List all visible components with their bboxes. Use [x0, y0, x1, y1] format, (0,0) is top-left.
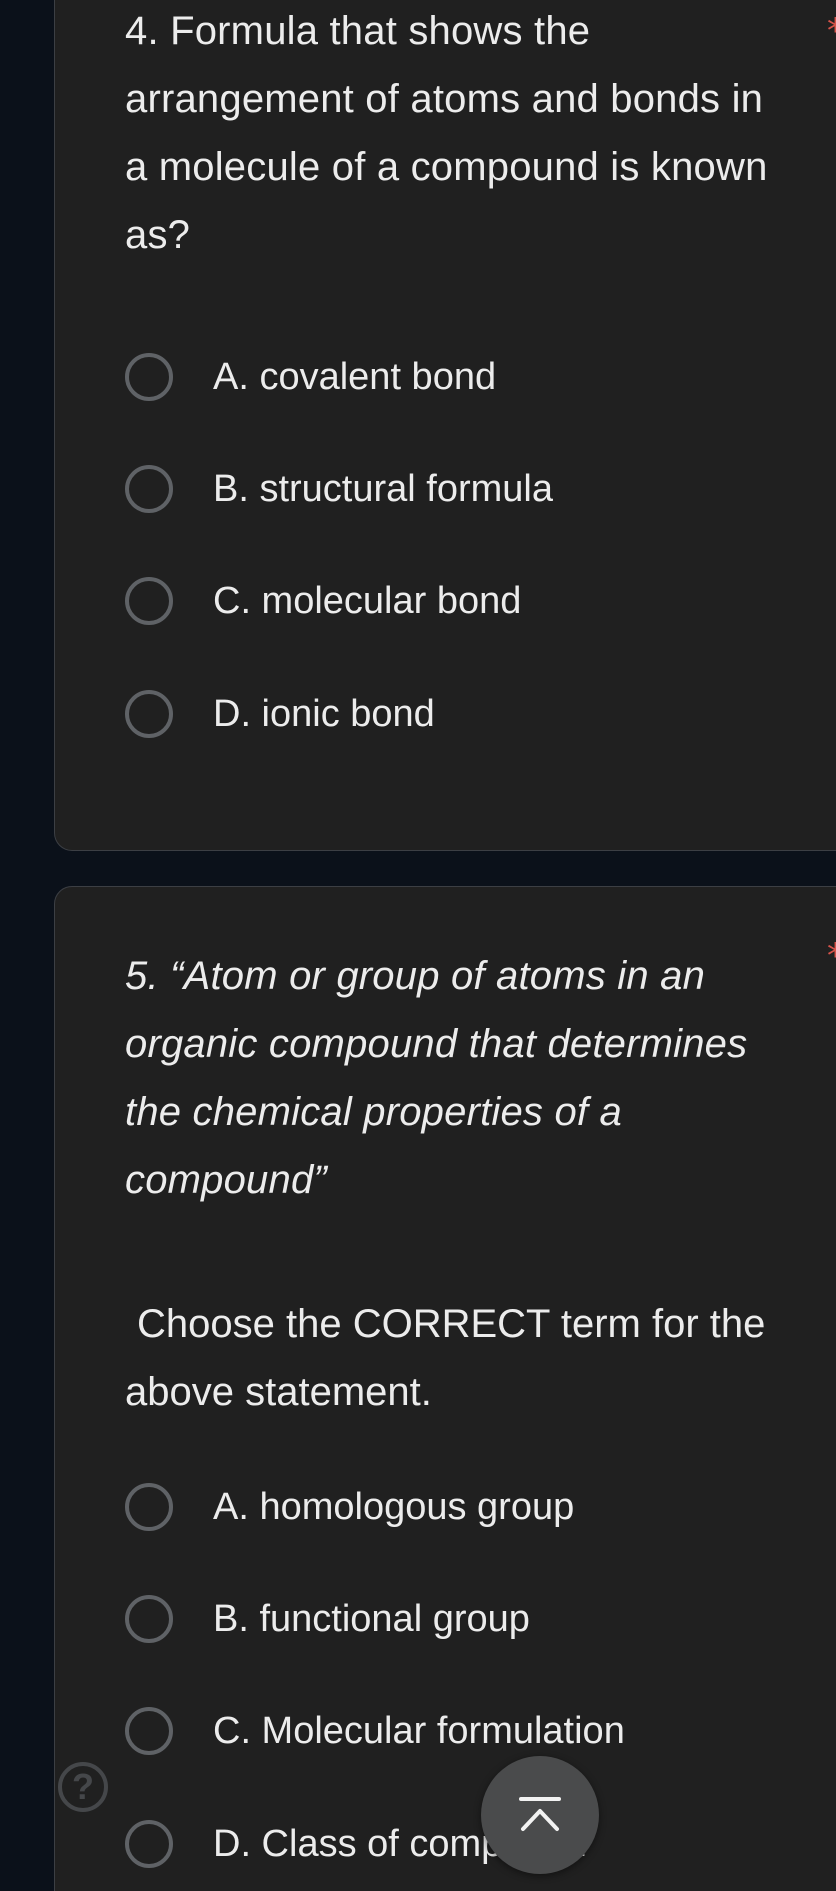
required-asterisk: *: [827, 14, 836, 48]
radio-button[interactable]: [125, 1820, 173, 1868]
question-title: 5. “Atom or group of atoms in an organic…: [125, 954, 748, 1202]
radio-button[interactable]: [125, 1595, 173, 1643]
radio-button[interactable]: [125, 1707, 173, 1755]
question-card-5: 5. “Atom or group of atoms in an organic…: [54, 886, 836, 1891]
option-label: C. molecular bond: [213, 579, 522, 622]
help-button[interactable]: ?: [58, 1762, 108, 1812]
scroll-to-top-button[interactable]: [481, 1756, 599, 1874]
radio-button[interactable]: [125, 1483, 173, 1531]
radio-button[interactable]: [125, 690, 173, 738]
help-icon: ?: [72, 1766, 94, 1807]
radio-option-a[interactable]: A. covalent bond: [125, 347, 496, 407]
radio-button[interactable]: [125, 353, 173, 401]
radio-option-a[interactable]: A. homologous group: [125, 1477, 574, 1537]
radio-option-c[interactable]: C. Molecular formulation: [125, 1701, 625, 1761]
question-instruction: Choose the CORRECT term for the above st…: [125, 1302, 766, 1414]
option-label: C. Molecular formulation: [213, 1709, 625, 1752]
radio-button[interactable]: [125, 577, 173, 625]
radio-button[interactable]: [125, 465, 173, 513]
option-label: A. covalent bond: [213, 355, 497, 398]
chevron-up-icon: [519, 1797, 561, 1831]
question-title: 4. Formula that shows the arrangement of…: [125, 9, 768, 257]
question-card-4: 4. Formula that shows the arrangement of…: [54, 0, 836, 851]
radio-option-d[interactable]: D. ionic bond: [125, 684, 435, 744]
option-label: B. structural formula: [213, 467, 553, 510]
radio-option-b[interactable]: B. functional group: [125, 1589, 530, 1649]
radio-option-c[interactable]: C. molecular bond: [125, 571, 521, 631]
radio-option-b[interactable]: B. structural formula: [125, 459, 553, 519]
option-label: B. functional group: [213, 1597, 530, 1640]
option-label: D. ionic bond: [213, 692, 435, 735]
required-asterisk: *: [827, 939, 836, 973]
option-label: A. homologous group: [213, 1485, 575, 1528]
